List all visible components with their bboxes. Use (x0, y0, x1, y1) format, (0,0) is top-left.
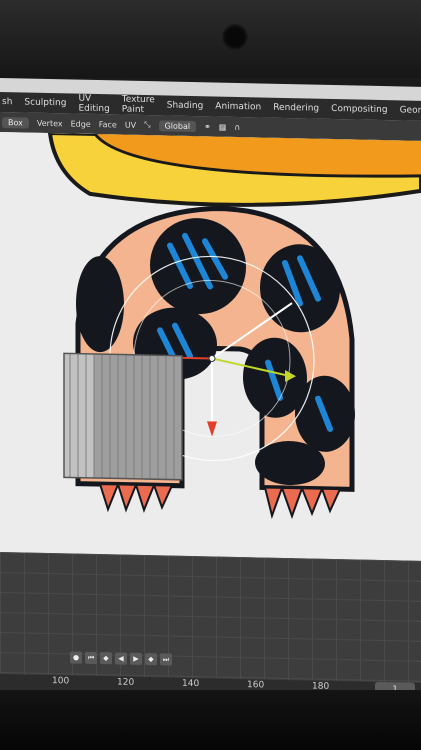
laptop-screen: sh Sculpting UV Editing Texture Paint Sh… (0, 78, 421, 699)
select-mode-dropdown[interactable]: Box (2, 116, 29, 129)
tick-label: 160 (247, 680, 265, 691)
menu-face[interactable]: Face (99, 120, 117, 129)
laptop-bezel-top (0, 0, 421, 78)
jump-start-icon[interactable]: ⏮ (85, 651, 97, 665)
tab-texture-paint[interactable]: Texture Paint (122, 95, 155, 116)
webcam (222, 24, 248, 50)
tab-uv-editing[interactable]: UV Editing (78, 94, 109, 115)
jump-end-icon[interactable]: ⏭ (160, 653, 172, 666)
prev-keyframe-icon[interactable]: ◆ (100, 652, 112, 665)
tab-geometry[interactable]: Geometry (400, 105, 421, 116)
tick-label: 100 (52, 676, 70, 687)
tab-compositing[interactable]: Compositing (331, 104, 387, 115)
playback-controls: ● ⏮ ◆ ◀ ▶ ◆ ⏭ (70, 649, 200, 668)
tab-sculpting[interactable]: Sculpting (24, 98, 66, 109)
link-icon[interactable]: ⚭ (204, 122, 211, 131)
tab-partial[interactable]: sh (2, 97, 12, 107)
selected-cube[interactable] (63, 352, 183, 481)
play-icon[interactable]: ▶ (130, 652, 142, 665)
tick-label: 120 (117, 677, 135, 688)
menu-edge[interactable]: Edge (71, 119, 91, 128)
proportional-icon[interactable]: ∩ (234, 122, 240, 131)
orientation-icon[interactable]: ⤡ (144, 120, 150, 130)
menu-vertex[interactable]: Vertex (37, 118, 63, 128)
tab-animation[interactable]: Animation (215, 102, 261, 113)
tab-rendering[interactable]: Rendering (273, 103, 319, 114)
snap-icon[interactable]: ▦ (219, 122, 227, 131)
play-reverse-icon[interactable]: ◀ (115, 652, 127, 665)
laptop-bezel-bottom (0, 690, 421, 750)
hat-illustration (47, 132, 421, 207)
next-keyframe-icon[interactable]: ◆ (145, 653, 157, 666)
viewport-canvas (47, 132, 421, 520)
transform-orientation-dropdown[interactable]: Global (158, 119, 197, 132)
tick-label: 140 (182, 678, 200, 690)
tab-shading[interactable]: Shading (167, 100, 204, 111)
record-icon[interactable]: ● (70, 651, 82, 664)
3d-viewport[interactable] (0, 132, 421, 561)
menu-uv[interactable]: UV (125, 120, 136, 129)
